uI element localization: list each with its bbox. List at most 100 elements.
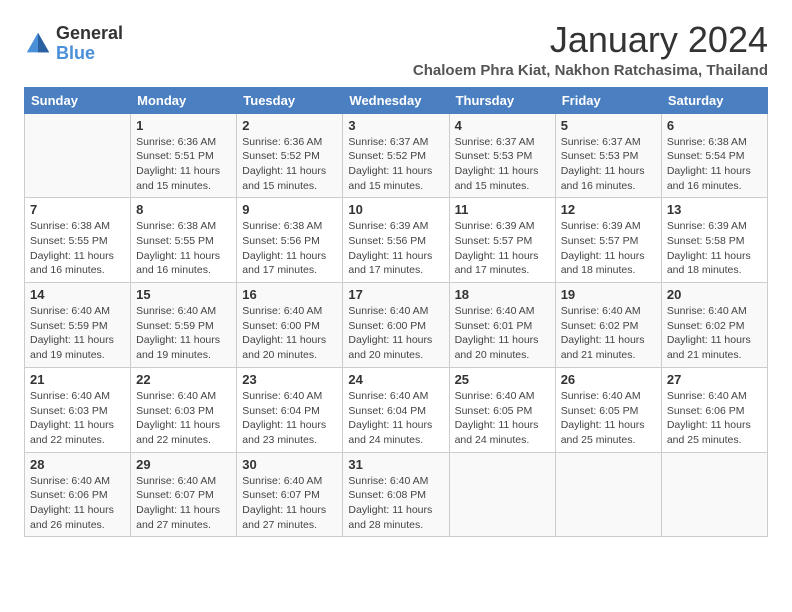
header-saturday: Saturday <box>661 87 767 113</box>
daylight-text: Daylight: 11 hours and 20 minutes. <box>242 334 326 361</box>
sunset-text: Sunset: 6:07 PM <box>136 489 214 501</box>
day-number: 14 <box>30 287 125 302</box>
day-info: Sunrise: 6:39 AM Sunset: 5:56 PM Dayligh… <box>348 219 443 278</box>
sunrise-text: Sunrise: 6:39 AM <box>561 220 641 232</box>
daylight-text: Daylight: 11 hours and 25 minutes. <box>561 419 645 446</box>
calendar-week-3: 14 Sunrise: 6:40 AM Sunset: 5:59 PM Dayl… <box>25 283 768 368</box>
day-number: 7 <box>30 202 125 217</box>
daylight-text: Daylight: 11 hours and 28 minutes. <box>348 504 432 531</box>
day-info: Sunrise: 6:39 AM Sunset: 5:58 PM Dayligh… <box>667 219 762 278</box>
calendar-week-5: 28 Sunrise: 6:40 AM Sunset: 6:06 PM Dayl… <box>25 452 768 537</box>
day-info: Sunrise: 6:39 AM Sunset: 5:57 PM Dayligh… <box>455 219 550 278</box>
daylight-text: Daylight: 11 hours and 15 minutes. <box>455 165 539 192</box>
day-number: 28 <box>30 457 125 472</box>
day-info: Sunrise: 6:40 AM Sunset: 6:02 PM Dayligh… <box>561 304 656 363</box>
sunrise-text: Sunrise: 6:38 AM <box>30 220 110 232</box>
day-number: 22 <box>136 372 231 387</box>
day-info: Sunrise: 6:40 AM Sunset: 5:59 PM Dayligh… <box>30 304 125 363</box>
daylight-text: Daylight: 11 hours and 17 minutes. <box>455 250 539 277</box>
day-info: Sunrise: 6:38 AM Sunset: 5:54 PM Dayligh… <box>667 135 762 194</box>
daylight-text: Daylight: 11 hours and 20 minutes. <box>455 334 539 361</box>
sunset-text: Sunset: 6:00 PM <box>348 320 426 332</box>
calendar-table: Sunday Monday Tuesday Wednesday Thursday… <box>24 87 768 538</box>
daylight-text: Daylight: 11 hours and 23 minutes. <box>242 419 326 446</box>
daylight-text: Daylight: 11 hours and 15 minutes. <box>136 165 220 192</box>
sunset-text: Sunset: 6:03 PM <box>30 405 108 417</box>
calendar-cell: 31 Sunrise: 6:40 AM Sunset: 6:08 PM Dayl… <box>343 452 449 537</box>
calendar-cell: 24 Sunrise: 6:40 AM Sunset: 6:04 PM Dayl… <box>343 367 449 452</box>
daylight-text: Daylight: 11 hours and 17 minutes. <box>348 250 432 277</box>
sunset-text: Sunset: 5:58 PM <box>667 235 745 247</box>
sunrise-text: Sunrise: 6:38 AM <box>136 220 216 232</box>
header-wednesday: Wednesday <box>343 87 449 113</box>
day-number: 20 <box>667 287 762 302</box>
daylight-text: Daylight: 11 hours and 20 minutes. <box>348 334 432 361</box>
day-number: 24 <box>348 372 443 387</box>
header-tuesday: Tuesday <box>237 87 343 113</box>
sunset-text: Sunset: 6:00 PM <box>242 320 320 332</box>
header-thursday: Thursday <box>449 87 555 113</box>
day-number: 31 <box>348 457 443 472</box>
sunset-text: Sunset: 5:53 PM <box>455 150 533 162</box>
day-info: Sunrise: 6:40 AM Sunset: 6:00 PM Dayligh… <box>242 304 337 363</box>
header-friday: Friday <box>555 87 661 113</box>
daylight-text: Daylight: 11 hours and 21 minutes. <box>667 334 751 361</box>
day-info: Sunrise: 6:40 AM Sunset: 6:01 PM Dayligh… <box>455 304 550 363</box>
calendar-cell: 18 Sunrise: 6:40 AM Sunset: 6:01 PM Dayl… <box>449 283 555 368</box>
day-info: Sunrise: 6:40 AM Sunset: 6:04 PM Dayligh… <box>242 389 337 448</box>
day-info: Sunrise: 6:40 AM Sunset: 6:06 PM Dayligh… <box>667 389 762 448</box>
day-number: 6 <box>667 118 762 133</box>
calendar-cell: 14 Sunrise: 6:40 AM Sunset: 5:59 PM Dayl… <box>25 283 131 368</box>
sunrise-text: Sunrise: 6:36 AM <box>242 136 322 148</box>
sunrise-text: Sunrise: 6:39 AM <box>455 220 535 232</box>
day-info: Sunrise: 6:40 AM Sunset: 6:03 PM Dayligh… <box>30 389 125 448</box>
logo: General Blue <box>24 24 123 64</box>
day-info: Sunrise: 6:40 AM Sunset: 6:02 PM Dayligh… <box>667 304 762 363</box>
sunrise-text: Sunrise: 6:38 AM <box>242 220 322 232</box>
calendar-week-4: 21 Sunrise: 6:40 AM Sunset: 6:03 PM Dayl… <box>25 367 768 452</box>
daylight-text: Daylight: 11 hours and 19 minutes. <box>136 334 220 361</box>
daylight-text: Daylight: 11 hours and 27 minutes. <box>136 504 220 531</box>
sunrise-text: Sunrise: 6:40 AM <box>348 475 428 487</box>
sunset-text: Sunset: 6:02 PM <box>667 320 745 332</box>
daylight-text: Daylight: 11 hours and 16 minutes. <box>561 165 645 192</box>
day-info: Sunrise: 6:40 AM Sunset: 6:05 PM Dayligh… <box>561 389 656 448</box>
day-number: 4 <box>455 118 550 133</box>
calendar-cell: 21 Sunrise: 6:40 AM Sunset: 6:03 PM Dayl… <box>25 367 131 452</box>
calendar-cell: 5 Sunrise: 6:37 AM Sunset: 5:53 PM Dayli… <box>555 113 661 198</box>
logo-blue: Blue <box>56 44 123 64</box>
calendar-cell <box>449 452 555 537</box>
sunset-text: Sunset: 6:06 PM <box>30 489 108 501</box>
day-info: Sunrise: 6:40 AM Sunset: 6:06 PM Dayligh… <box>30 474 125 533</box>
sunset-text: Sunset: 5:57 PM <box>561 235 639 247</box>
calendar-cell: 29 Sunrise: 6:40 AM Sunset: 6:07 PM Dayl… <box>131 452 237 537</box>
daylight-text: Daylight: 11 hours and 18 minutes. <box>561 250 645 277</box>
logo-text: General Blue <box>56 24 123 64</box>
header-row: Sunday Monday Tuesday Wednesday Thursday… <box>25 87 768 113</box>
month-title: January 2024 <box>413 20 768 60</box>
calendar-cell <box>555 452 661 537</box>
calendar-cell <box>661 452 767 537</box>
daylight-text: Daylight: 11 hours and 22 minutes. <box>136 419 220 446</box>
sunset-text: Sunset: 6:02 PM <box>561 320 639 332</box>
calendar-cell: 22 Sunrise: 6:40 AM Sunset: 6:03 PM Dayl… <box>131 367 237 452</box>
sunset-text: Sunset: 6:03 PM <box>136 405 214 417</box>
day-info: Sunrise: 6:40 AM Sunset: 6:07 PM Dayligh… <box>136 474 231 533</box>
day-number: 21 <box>30 372 125 387</box>
day-info: Sunrise: 6:40 AM Sunset: 6:00 PM Dayligh… <box>348 304 443 363</box>
sunrise-text: Sunrise: 6:40 AM <box>667 390 747 402</box>
sunset-text: Sunset: 5:59 PM <box>136 320 214 332</box>
calendar-week-1: 1 Sunrise: 6:36 AM Sunset: 5:51 PM Dayli… <box>25 113 768 198</box>
day-number: 5 <box>561 118 656 133</box>
calendar-cell: 2 Sunrise: 6:36 AM Sunset: 5:52 PM Dayli… <box>237 113 343 198</box>
day-info: Sunrise: 6:38 AM Sunset: 5:55 PM Dayligh… <box>136 219 231 278</box>
header-monday: Monday <box>131 87 237 113</box>
sunset-text: Sunset: 5:53 PM <box>561 150 639 162</box>
sunrise-text: Sunrise: 6:38 AM <box>667 136 747 148</box>
sunset-text: Sunset: 5:52 PM <box>348 150 426 162</box>
daylight-text: Daylight: 11 hours and 17 minutes. <box>242 250 326 277</box>
calendar-cell: 28 Sunrise: 6:40 AM Sunset: 6:06 PM Dayl… <box>25 452 131 537</box>
sunset-text: Sunset: 6:04 PM <box>348 405 426 417</box>
day-number: 8 <box>136 202 231 217</box>
calendar-cell: 20 Sunrise: 6:40 AM Sunset: 6:02 PM Dayl… <box>661 283 767 368</box>
